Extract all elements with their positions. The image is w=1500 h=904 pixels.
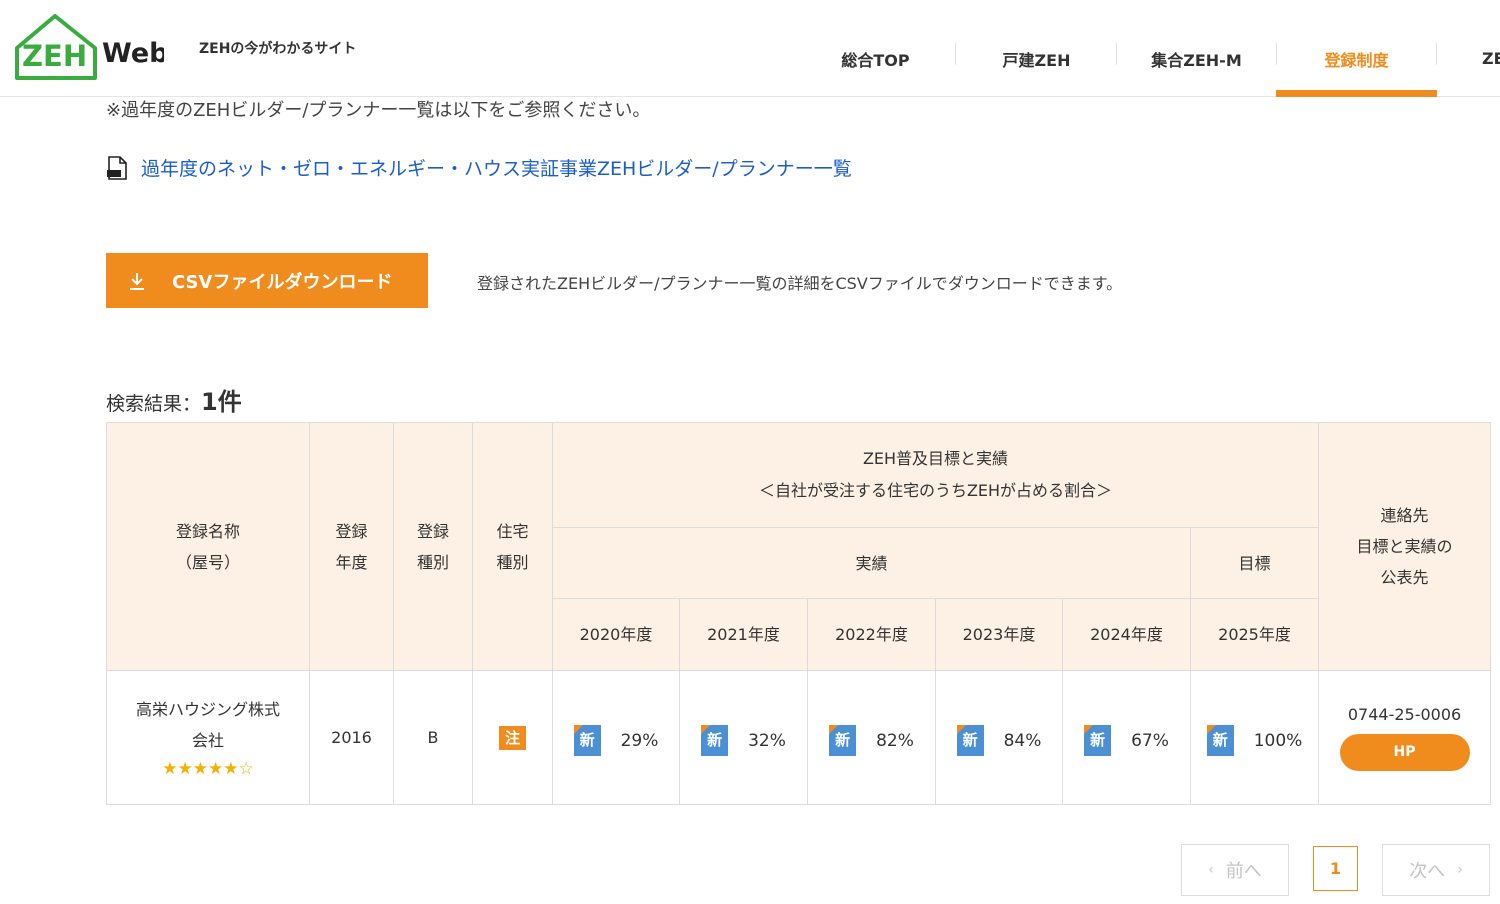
new-build-badge: 新 — [1206, 725, 1234, 756]
percentage-value: 84% — [1003, 730, 1042, 751]
header-actual: 実績 — [552, 527, 1191, 599]
csv-description: 登録されたZEHビルダー/プランナー一覧の詳細をCSVファイルでダウンロードでき… — [477, 274, 1123, 293]
header-text: 登録 — [335, 521, 368, 541]
zeh-web-logo[interactable]: ZEH Web — [14, 12, 164, 82]
header-year-2023: 2023年度 — [935, 598, 1063, 671]
past-year-list-link[interactable]: 過年度のネット・ゼロ・エネルギー・ハウス実証事業ZEHビルダー/プランナー一覧 — [141, 154, 852, 181]
site-header: ZEH Web ZEHの今がわかるサイト 総合TOP 戸建ZEH 集合ZEH-M… — [0, 0, 1500, 97]
header-registered-name: 登録名称 （屋号） — [106, 422, 310, 671]
header-year-2021: 2021年度 — [679, 598, 808, 671]
hp-button[interactable]: HP — [1339, 733, 1470, 771]
csv-download-button[interactable]: CSVファイルダウンロード — [106, 253, 428, 308]
pagination-page-1[interactable]: 1 — [1313, 846, 1358, 891]
nav-label: 登録制度 — [1324, 50, 1389, 70]
header-goal: 目標 — [1189, 527, 1320, 599]
percentage-value: 67% — [1131, 730, 1169, 751]
table-row: 高栄ハウジング株式 会社 ★★★★★☆ 2016 B 注 新 29% 新 32% 新… — [106, 670, 1492, 805]
nav-item-collective-zeh-m[interactable]: 集合ZEH-M — [1116, 0, 1277, 97]
past-year-link-row: 過年度のネット・ゼロ・エネルギー・ハウス実証事業ZEHビルダー/プランナー一覧 — [106, 154, 852, 181]
house-logo-icon: ZEH Web — [15, 14, 164, 80]
cell-2021: 新 32% — [679, 670, 808, 805]
builder-name-line: 会社 — [191, 730, 224, 750]
main-nav: 総合TOP 戸建ZEH 集合ZEH-M 登録制度 ZEB — [795, 0, 1500, 97]
percentage-value: 100% — [1253, 730, 1303, 751]
header-year-2024: 2024年度 — [1062, 598, 1191, 671]
header-zeh-target-results: ZEH普及目標と実績 ＜自社が受注する住宅のうちZEHが占める割合＞ — [551, 422, 1320, 528]
header-contact: 連絡先 目標と実績の 公表先 — [1318, 422, 1492, 671]
past-year-note: ※過年度のZEHビルダー/プランナー一覧は以下をご参照ください。 — [106, 100, 651, 121]
header-text: 種別 — [416, 552, 449, 572]
header-text: 登録 — [416, 521, 449, 541]
percentage-value: 82% — [876, 730, 914, 751]
header-text: 公表先 — [1380, 568, 1429, 587]
header-text: 連絡先 — [1380, 506, 1429, 525]
pdf-file-icon — [107, 155, 127, 180]
header-text: 住宅 — [496, 521, 529, 541]
cell-2022: 新 82% — [807, 670, 936, 805]
header-housing-type: 住宅 種別 — [472, 422, 553, 671]
cell-housing-type: 注 — [472, 670, 553, 805]
nav-item-detached-zeh[interactable]: 戸建ZEH — [956, 0, 1117, 97]
nav-label: 戸建ZEH — [1002, 50, 1071, 70]
pagination-next-label: 次へ — [1409, 861, 1446, 882]
percentage-value: 32% — [748, 730, 786, 751]
percentage-value: 29% — [620, 730, 659, 751]
header-text: 目標と実績の — [1356, 537, 1453, 556]
header-text: （屋号） — [175, 552, 240, 572]
header-text: ZEH普及目標と実績 — [862, 449, 1009, 468]
nav-item-registration[interactable]: 登録制度 — [1276, 0, 1437, 97]
new-build-badge: 新 — [701, 725, 729, 756]
header-registration-type: 登録 種別 — [393, 422, 473, 671]
cell-2023: 新 84% — [935, 670, 1063, 805]
nav-item-top[interactable]: 総合TOP — [795, 0, 956, 97]
new-build-badge: 新 — [829, 725, 857, 756]
new-build-badge: 新 — [573, 725, 601, 756]
site-tagline: ZEHの今がわかるサイト — [199, 41, 357, 57]
header-text: 年度 — [335, 552, 368, 572]
search-result-count: 検索結果：1件 — [106, 382, 242, 417]
pagination-next-button[interactable]: 次へ › — [1382, 844, 1490, 896]
new-build-badge: 新 — [956, 725, 984, 756]
header-text: ＜自社が受注する住宅のうちZEHが占める割合＞ — [758, 481, 1113, 500]
download-icon — [130, 272, 144, 290]
order-housing-badge: 注 — [499, 725, 526, 750]
builder-table: 登録名称 （屋号） 登録 年度 登録 種別 住宅 種別 ZEH普及目標と実績 ＜… — [106, 422, 1492, 805]
header-year-2022: 2022年度 — [807, 598, 936, 671]
header-registration-year: 登録 年度 — [309, 422, 394, 671]
nav-label: 総合TOP — [841, 50, 910, 70]
pagination-prev-button[interactable]: ‹ 前へ — [1181, 844, 1289, 896]
cell-registration-year: 2016 — [309, 670, 394, 805]
nav-item-zeb[interactable]: ZEB — [1437, 0, 1500, 97]
chevron-right-icon: › — [1457, 862, 1463, 878]
header-text: 種別 — [496, 552, 529, 572]
logo-mark-text: ZEH — [22, 39, 87, 73]
header-year-2020: 2020年度 — [552, 598, 680, 671]
cell-registered-name: 高栄ハウジング株式 会社 ★★★★★☆ — [106, 670, 310, 805]
builder-name-line: 高栄ハウジング株式 — [135, 699, 280, 719]
header-text: 登録名称 — [175, 521, 240, 541]
csv-download-label: CSVファイルダウンロード — [172, 271, 393, 293]
cell-2020: 新 29% — [552, 670, 680, 805]
result-number: 1件 — [201, 388, 242, 416]
logo-web-text: Web — [102, 38, 164, 69]
header-year-2025: 2025年度 — [1189, 598, 1320, 671]
chevron-left-icon: ‹ — [1208, 862, 1214, 878]
cell-2025: 新 100% — [1189, 670, 1320, 805]
cell-contact: 0744-25-0006 HP — [1318, 670, 1492, 805]
new-build-badge: 新 — [1084, 725, 1112, 756]
cell-registration-type: B — [393, 670, 473, 805]
pagination-prev-label: 前へ — [1225, 861, 1262, 882]
star-rating: ★★★★★☆ — [162, 758, 254, 779]
phone-number: 0744-25-0006 — [1347, 704, 1462, 724]
nav-label: 集合ZEH-M — [1151, 50, 1242, 70]
result-label: 検索結果： — [106, 393, 202, 415]
cell-2024: 新 67% — [1062, 670, 1191, 805]
nav-label: ZEB — [1482, 49, 1500, 68]
